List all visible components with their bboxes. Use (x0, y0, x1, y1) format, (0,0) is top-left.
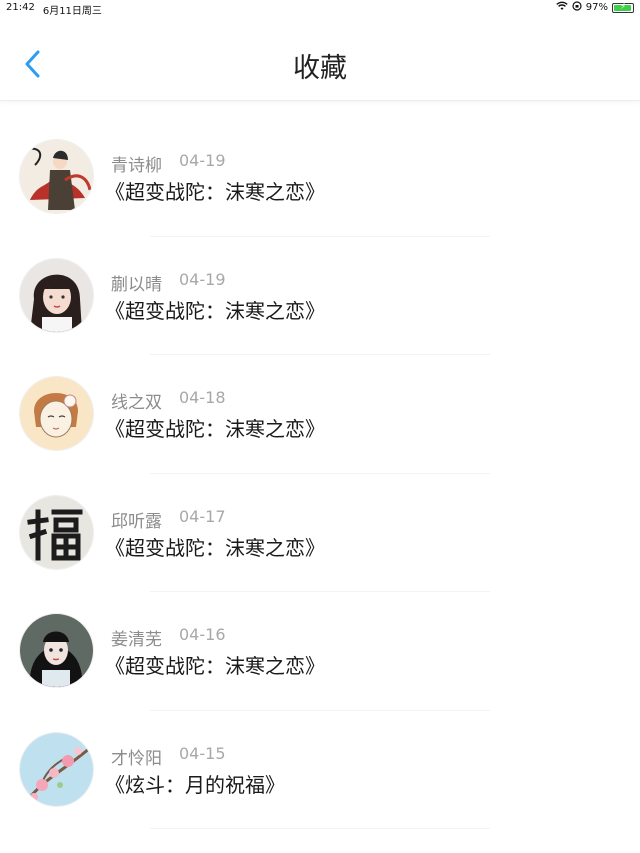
page-title: 收藏 (293, 53, 347, 84)
avatar[interactable] (20, 140, 93, 213)
list-item[interactable]: 姜清芜 04-16 《超变战陀：沫寒之恋》 (0, 592, 640, 711)
favorites-list: 青诗柳 04-19 《超变战陀：沫寒之恋》 蒯以晴 04-19 《超变战陀：沫寒… (0, 118, 640, 829)
list-item[interactable]: 青诗柳 04-19 《超变战陀：沫寒之恋》 (0, 118, 640, 237)
work-title[interactable]: 《超变战陀：沫寒之恋》 (105, 176, 325, 205)
post-date: 04-17 (179, 506, 226, 526)
battery-icon: ⚡ (612, 1, 634, 13)
work-title[interactable]: 《超变战陀：沫寒之恋》 (105, 413, 325, 442)
author-name: 青诗柳 (111, 156, 162, 176)
status-bar: 21:42 6月11日周三 97% ⚡ (0, 0, 640, 17)
avatar[interactable] (20, 614, 93, 687)
work-title[interactable]: 《超变战陀：沫寒之恋》 (105, 295, 325, 324)
avatar-dark-hair-girl-image (20, 614, 93, 687)
nav-header: 收藏 (0, 18, 640, 101)
author-name: 线之双 (111, 393, 162, 413)
post-date: 04-18 (179, 388, 226, 407)
work-title[interactable]: 《炫斗：月的祝福》 (105, 769, 285, 798)
wifi-icon (556, 1, 568, 14)
list-item[interactable]: 蒯以晴 04-19 《超变战陀：沫寒之恋》 (0, 237, 640, 355)
avatar[interactable] (20, 377, 93, 450)
avatar-sketch-girl-image (20, 377, 93, 450)
post-date: 04-15 (179, 743, 226, 763)
charging-bolt-icon: ⚡ (619, 1, 627, 12)
status-date: 6月11日周三 (42, 6, 102, 17)
avatar[interactable] (20, 495, 93, 569)
avatar-fu-character-image (20, 495, 93, 569)
status-time: 21:42 (6, 2, 35, 13)
post-date: 04-19 (179, 269, 226, 289)
work-title[interactable]: 《超变战陀：沫寒之恋》 (105, 532, 325, 561)
orientation-lock-icon (572, 1, 582, 14)
post-date: 04-16 (179, 625, 226, 644)
list-item[interactable]: 才怜阳 04-15 《炫斗：月的祝福》 (0, 711, 640, 829)
author-name: 蒯以晴 (111, 274, 162, 295)
post-date: 04-19 (179, 151, 226, 170)
battery-percent: 97% (585, 2, 608, 13)
author-name: 邱听露 (111, 511, 162, 532)
avatar-girl-bangs-image (20, 258, 93, 332)
author-name: 才怜阳 (111, 748, 162, 769)
list-item[interactable]: 线之双 04-18 《超变战陀：沫寒之恋》 (0, 355, 640, 474)
divider (150, 828, 490, 829)
work-title[interactable]: 《超变战陀：沫寒之恋》 (105, 650, 325, 679)
list-item[interactable]: 邱听露 04-17 《超变战陀：沫寒之恋》 (0, 474, 640, 592)
avatar-blossom-image (20, 732, 93, 806)
author-name: 姜清芜 (111, 630, 162, 650)
avatar-ink-warrior-image (20, 140, 93, 213)
avatar[interactable] (20, 732, 93, 806)
avatar[interactable] (20, 258, 93, 332)
